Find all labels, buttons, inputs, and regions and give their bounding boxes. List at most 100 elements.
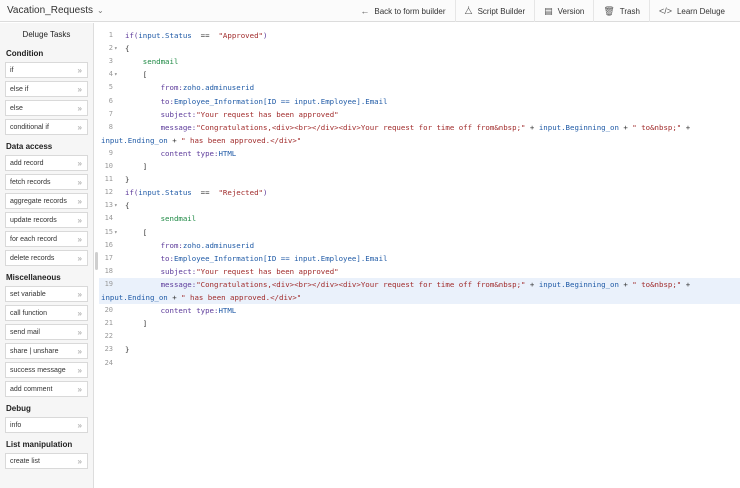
code-line[interactable]: 4 ▾ [	[99, 68, 740, 81]
sidebar-task-item[interactable]: conditional if »	[5, 119, 88, 135]
code-text: [	[125, 227, 148, 237]
sidebar-task-item[interactable]: fetch records »	[5, 174, 88, 190]
code-line[interactable]: 13 ▾ {	[99, 199, 740, 212]
code-line[interactable]: 9 content type:HTML	[99, 147, 740, 160]
code-line[interactable]: 7 subject:"Your request has been approve…	[99, 108, 740, 121]
sidebar-task-item[interactable]: else »	[5, 100, 88, 116]
line-number: 20	[104, 306, 113, 315]
sidebar-task-label: info	[10, 421, 22, 429]
code-line[interactable]: 1 if(input.Status == "Approved")	[99, 29, 740, 42]
sidebar-task-label: share | unshare	[10, 347, 59, 355]
line-number: 24	[104, 358, 113, 367]
sidebar-task-label: else if	[10, 85, 29, 93]
sidebar-task-item[interactable]: info »	[5, 417, 88, 433]
double-chevron-right-icon: »	[77, 456, 82, 466]
code-line[interactable]: 6 to:Employee_Information[ID == input.Em…	[99, 95, 740, 108]
code-line[interactable]: 22	[99, 330, 740, 343]
fold-arrow-icon[interactable]: ▾	[114, 42, 118, 55]
code-line[interactable]: input.Ending_on + " has been approved.</…	[99, 291, 740, 304]
code-line[interactable]: input.Ending_on + " has been approved.</…	[99, 134, 740, 147]
line-number: 17	[104, 253, 113, 262]
sidebar-task-label: call function	[10, 309, 47, 317]
sidebar-task-item[interactable]: success message »	[5, 362, 88, 378]
sidebar-task-item[interactable]: call function »	[5, 305, 88, 321]
code-text: to:Employee_Information[ID == input.Empl…	[125, 253, 388, 263]
sidebar-task-item[interactable]: else if »	[5, 81, 88, 97]
code-line[interactable]: 2 ▾ {	[99, 42, 740, 55]
code-text: message:"Congratulations,<div><br></div>…	[125, 279, 691, 289]
fold-arrow-icon[interactable]: ▾	[114, 199, 118, 212]
code-text: {	[125, 201, 130, 211]
code-line[interactable]: 21 ]	[99, 317, 740, 330]
app-title-dropdown[interactable]: Vacation_Requests ⌄	[0, 5, 104, 16]
sidebar-section-title: Condition	[6, 49, 44, 58]
line-number: 8	[108, 122, 113, 131]
line-number: 4	[108, 70, 113, 79]
sidebar-task-item[interactable]: create list »	[5, 453, 88, 469]
code-line[interactable]: 17 to:Employee_Information[ID == input.E…	[99, 252, 740, 265]
code-line[interactable]: 20 content type:HTML	[99, 304, 740, 317]
sidebar-title: Deluge Tasks	[22, 30, 71, 39]
sidebar-resize-handle[interactable]	[95, 252, 98, 270]
line-number: 10	[104, 162, 113, 170]
version-button[interactable]: ▤ Version	[534, 0, 593, 22]
script-builder-button[interactable]: ⧊ Script Builder	[454, 0, 535, 22]
sidebar-task-item[interactable]: set variable »	[5, 286, 88, 302]
code-text: [	[125, 70, 148, 80]
sidebar-task-item[interactable]: add comment »	[5, 381, 88, 397]
code-line[interactable]: 12 if(input.Status == "Rejected")	[99, 186, 740, 199]
code-line[interactable]: 16 from:zoho.adminuserid	[99, 239, 740, 252]
code-line[interactable]: 5 from:zoho.adminuserid	[99, 81, 740, 94]
code-line[interactable]: 24	[99, 357, 740, 370]
sidebar-task-item[interactable]: if »	[5, 62, 88, 78]
line-number: 11	[104, 175, 113, 184]
code-line[interactable]: 3 sendmail	[99, 55, 740, 68]
line-number: 16	[104, 240, 113, 249]
line-number: 13	[104, 201, 113, 210]
learn-deluge-button[interactable]: </> Learn Deluge	[648, 0, 734, 22]
code-line[interactable]: 10 ]	[99, 160, 740, 173]
line-number: 9	[108, 148, 113, 157]
sidebar-task-label: for each record	[10, 235, 58, 243]
double-chevron-right-icon: »	[77, 365, 82, 375]
sidebar-task-item[interactable]: for each record »	[5, 231, 88, 247]
double-chevron-right-icon: »	[77, 308, 82, 318]
code-line[interactable]: 23}	[99, 343, 740, 356]
trash-label: Trash	[619, 6, 640, 16]
code-line[interactable]: 15 ▾ [	[99, 226, 740, 239]
code-line[interactable]: 11}	[99, 173, 740, 186]
app-title: Vacation_Requests	[7, 5, 93, 16]
sidebar-task-item[interactable]: aggregate records »	[5, 193, 88, 209]
deluge-tasks-sidebar: Deluge Tasks Condition if» else if» else» co…	[0, 23, 94, 488]
sidebar-task-label: aggregate records	[10, 197, 67, 205]
fold-arrow-icon[interactable]: ▾	[114, 226, 118, 239]
sidebar-task-item[interactable]: share | unshare »	[5, 343, 88, 359]
version-label: Version	[557, 6, 585, 16]
sidebar-task-item[interactable]: send mail »	[5, 324, 88, 340]
line-number: 21	[104, 319, 113, 328]
sidebar-task-label: conditional if	[10, 123, 49, 131]
back-to-form-builder-button[interactable]: ← Back to form builder	[351, 0, 454, 22]
double-chevron-right-icon: »	[77, 234, 82, 244]
arrow-left-icon: ←	[360, 6, 370, 16]
code-line[interactable]: 19 message:"Congratulations,<div><br></d…	[99, 277, 740, 291]
line-number: 5	[108, 83, 113, 92]
code-text: if(input.Status == "Rejected")	[125, 188, 268, 198]
double-chevron-right-icon: »	[77, 346, 82, 356]
code-line[interactable]: 18 subject:"Your request has been approv…	[99, 265, 740, 278]
code-text: sendmail	[125, 214, 197, 224]
code-line[interactable]: 8 message:"Congratulations,<div><br></di…	[99, 121, 740, 134]
trash-button[interactable]: 🗑 Trash	[593, 0, 649, 22]
sidebar-task-label: update records	[10, 216, 57, 224]
code-text: subject:"Your request has been approved"	[125, 109, 339, 119]
sidebar-task-item[interactable]: update records »	[5, 212, 88, 228]
chevron-down-icon: ⌄	[96, 6, 104, 15]
sidebar-task-item[interactable]: delete records »	[5, 250, 88, 266]
code-line[interactable]: 14 sendmail	[99, 212, 740, 225]
double-chevron-right-icon: »	[77, 253, 82, 263]
fold-arrow-icon[interactable]: ▾	[114, 68, 118, 81]
trash-icon: 🗑	[603, 5, 615, 16]
code-editor[interactable]: 1 if(input.Status == "Approved") 2 ▾{3 send…	[99, 23, 740, 488]
sidebar-task-item[interactable]: add record »	[5, 155, 88, 171]
code-text: input.Ending_on + " has been approved.</…	[101, 135, 302, 145]
